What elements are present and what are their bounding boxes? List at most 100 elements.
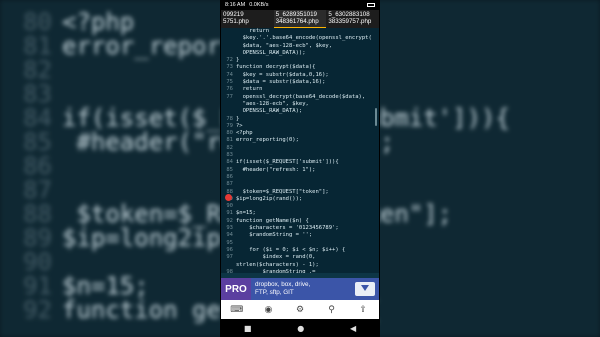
line-code: "aes-128-ecb", $key, (236, 100, 309, 107)
line-number: 97 (226, 254, 233, 261)
editor-toolbar: ⌨ ◉ ⚙ ⚲ ⇪ (221, 300, 379, 319)
code-line: 95 (221, 240, 379, 247)
line-code: } (236, 115, 240, 122)
line-number: 95 (226, 239, 233, 246)
line-code: <?php (236, 130, 253, 137)
line-code: error_reporting(0); (236, 137, 299, 144)
code-line: 74 $key = substr($data,0,16); (221, 72, 379, 79)
background-code-line: 82 (0, 58, 62, 82)
line-number: 94 (226, 232, 233, 239)
tab-file-2[interactable]: 5_6289351019 348361764.php (273, 10, 327, 28)
code-editor[interactable]: return $key.'.'.base64_encode(openssl_en… (221, 28, 379, 273)
line-code: #header("refresh: 1"); (236, 166, 316, 173)
line-code: $key.'.'.base64_encode(openssl_encrypt( (236, 35, 372, 42)
background-line-number: 81 (23, 32, 52, 60)
code-line: 85 #header("refresh: 1"); (221, 167, 379, 174)
tab-file-1[interactable]: 099219 5751.php (221, 10, 274, 28)
line-code: strlen($characters) - 1); (236, 261, 319, 268)
tab-file-3[interactable]: 5_6302883108 383359757.php (326, 10, 379, 28)
line-code: function getName($n) { (236, 217, 309, 224)
nav-back-button[interactable]: ◀ (350, 324, 356, 333)
text-cursor-handle[interactable] (225, 194, 232, 201)
code-line: 88 $token=$_REQUEST["token"]; (221, 189, 379, 196)
nav-recents-button[interactable]: ■ (244, 324, 252, 333)
code-line: $data, "aes-128-ecb", $key, (221, 43, 379, 50)
line-code: for ($i = 0; $i < $n; $i++) { (236, 246, 346, 253)
file-tabs: 099219 5751.php 5_6289351019 348361764.p… (221, 10, 379, 28)
code-line: OPENSSL_RAW_DATA); (221, 108, 379, 115)
line-code: $data, "aes-128-ecb", $key, (236, 42, 333, 49)
line-number: 77 (226, 93, 233, 100)
background-code-line: 83 (0, 82, 62, 106)
search-icon[interactable]: ⚲ (325, 303, 339, 317)
line-number: 74 (226, 71, 233, 78)
line-code: $n=15; (236, 210, 256, 217)
line-code: openssl_decrypt(base64_decode($data), (236, 93, 366, 100)
pro-badge: PRO (221, 278, 251, 300)
background-line-number: 86 (23, 152, 52, 180)
ad-line-1: dropbox, box, drive, (255, 281, 311, 289)
code-line: 94 $randomString = ''; (221, 232, 379, 239)
line-number: 72 (226, 57, 233, 64)
ad-line-2: FTP, sftp, GIT (255, 289, 294, 296)
code-line: strlen($characters) - 1); (221, 262, 379, 269)
line-code: if(isset($_REQUEST['submit'])){ (236, 159, 339, 166)
line-code: OPENSSL_RAW_DATA); (236, 108, 303, 115)
code-line: 83 (221, 152, 379, 159)
background-line-number: 90 (23, 248, 52, 276)
line-number: 83 (226, 152, 233, 159)
line-number: 92 (226, 217, 233, 224)
nav-home-button[interactable]: ● (297, 324, 304, 333)
background-code-line: 86 (0, 154, 62, 178)
code-line: 90 (221, 203, 379, 210)
code-line: 73 function decrypt($data){ (221, 64, 379, 71)
code-line: 76 return (221, 86, 379, 93)
background-line-number: 87 (23, 176, 52, 204)
line-number: 84 (226, 159, 233, 166)
download-icon[interactable] (355, 282, 375, 296)
code-line: 75 $data = substr($data,16); (221, 79, 379, 86)
code-line: 84 if(isset($_REQUEST['submit'])){ (221, 159, 379, 166)
line-code: $ip=long2ip(rand()); (236, 195, 303, 202)
code-line: 97 $index = rand(0, (221, 254, 379, 261)
line-number: 75 (226, 79, 233, 86)
keyboard-icon[interactable]: ⌨ (230, 303, 244, 317)
background-code-line: 80 <?php (0, 10, 134, 34)
background-line-number: 89 (23, 224, 52, 252)
code-line: 79 ?> (221, 123, 379, 130)
background-line-number: 88 (23, 200, 52, 228)
code-line: 80 <?php (221, 130, 379, 137)
line-number: 96 (226, 246, 233, 253)
line-code: $characters = '0123456789'; (236, 225, 339, 232)
line-code: $randomString = ''; (236, 232, 313, 239)
upload-icon[interactable]: ⇪ (356, 303, 370, 317)
code-line: 87 (221, 181, 379, 188)
tab-label-bottom: 348361764.php (275, 18, 319, 25)
line-number: 80 (226, 130, 233, 137)
android-nav-bar: ■ ● ◀ (221, 319, 379, 337)
status-speed: 0.0KB/s (249, 2, 269, 8)
pro-ad-banner[interactable]: PRO dropbox, box, drive, FTP, sftp, GIT (221, 278, 379, 300)
line-code: } (236, 57, 240, 64)
line-code: $data = substr($data,16); (236, 79, 326, 86)
line-code: return (236, 28, 270, 34)
line-number (221, 262, 236, 269)
ad-text: dropbox, box, drive, FTP, sftp, GIT (251, 281, 355, 296)
background-code-line: 90 (0, 250, 62, 274)
code-line: $key.'.'.base64_encode(openssl_encrypt( (221, 35, 379, 42)
tab-label-top: 5_6289351019 (275, 11, 317, 18)
line-code: function decrypt($data){ (236, 64, 316, 71)
code-line: 93 $characters = '0123456789'; (221, 225, 379, 232)
line-number: 79 (226, 122, 233, 129)
tab-label-top: 5_6302883108 (328, 11, 370, 18)
line-number: 93 (226, 225, 233, 232)
code-line: 89$ip=long2ip(rand()); (221, 196, 379, 203)
editor-scrollbar[interactable] (375, 108, 377, 126)
run-icon[interactable]: ◉ (261, 303, 275, 317)
settings-icon[interactable]: ⚙ (293, 303, 307, 317)
